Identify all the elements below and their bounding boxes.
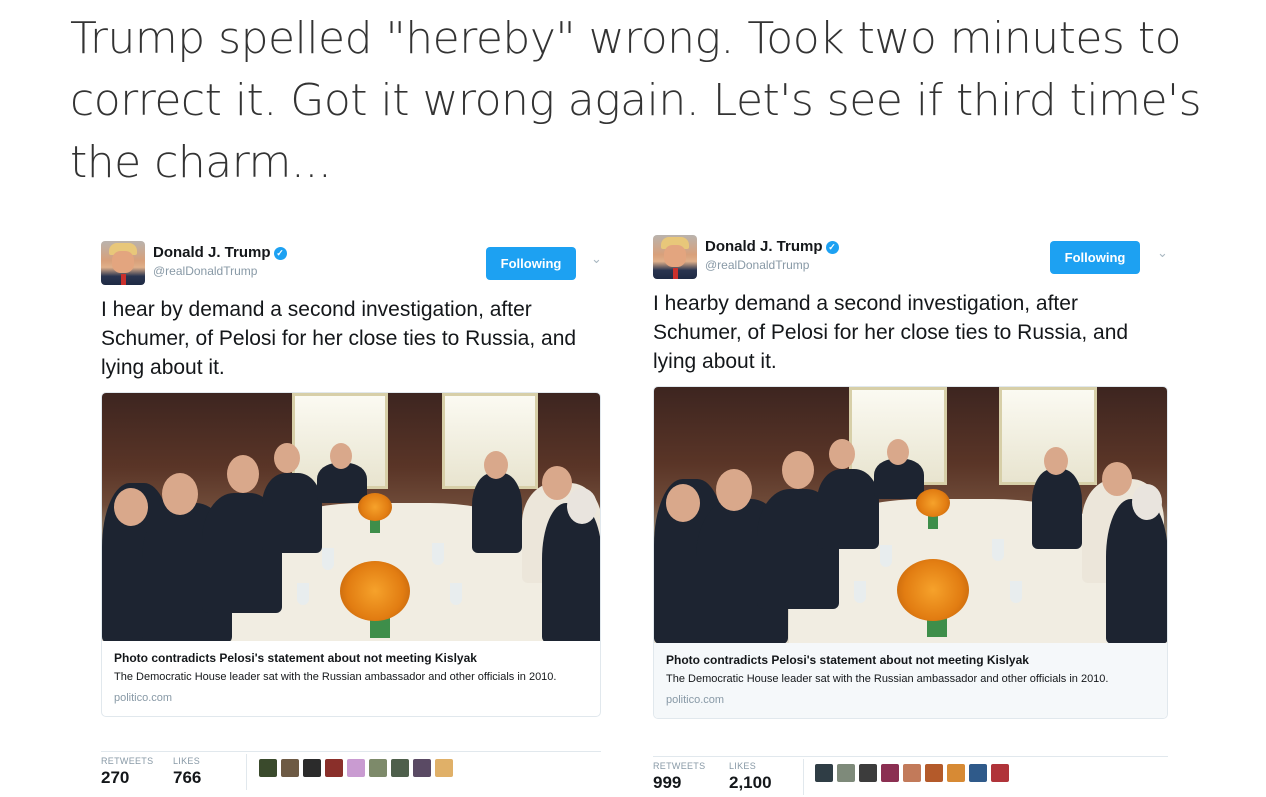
likes-label: LIKES bbox=[729, 761, 757, 771]
card-domain[interactable]: politico.com bbox=[114, 692, 588, 704]
retweets-value: 270 bbox=[101, 768, 130, 787]
likes-stat[interactable]: LIKES 766 bbox=[173, 756, 201, 788]
likes-stat[interactable]: LIKES 2,100 bbox=[729, 761, 772, 793]
avatar[interactable] bbox=[991, 764, 1009, 782]
chevron-down-icon[interactable]: ⌄ bbox=[1157, 245, 1168, 261]
retweets-label: RETWEETS bbox=[101, 756, 154, 766]
avatar[interactable] bbox=[925, 764, 943, 782]
tweet-text: I hear by demand a second investigation,… bbox=[101, 298, 577, 379]
avatar[interactable] bbox=[947, 764, 965, 782]
avatar[interactable] bbox=[413, 759, 431, 777]
author-name[interactable]: Donald J. Trump ✓ bbox=[705, 238, 839, 255]
avatar[interactable] bbox=[903, 764, 921, 782]
link-card[interactable]: Photo contradicts Pelosi's statement abo… bbox=[653, 386, 1168, 719]
card-domain[interactable]: politico.com bbox=[666, 694, 1155, 706]
following-button[interactable]: Following bbox=[486, 247, 576, 280]
retweets-label: RETWEETS bbox=[653, 761, 706, 771]
tweet-header: Donald J. Trump ✓ @realDonaldTrump Follow… bbox=[653, 235, 1168, 285]
tweet-text: I hearby demand a second investigation, … bbox=[653, 292, 1129, 373]
chevron-down-icon[interactable]: ⌄ bbox=[591, 251, 602, 267]
liker-avatars bbox=[259, 759, 453, 777]
likes-value: 2,100 bbox=[729, 773, 772, 792]
avatar[interactable] bbox=[101, 241, 145, 285]
liker-avatars bbox=[815, 764, 1009, 782]
retweets-value: 999 bbox=[653, 773, 682, 792]
likes-label: LIKES bbox=[173, 756, 201, 766]
verified-badge-icon: ✓ bbox=[273, 247, 287, 260]
avatar[interactable] bbox=[837, 764, 855, 782]
avatar[interactable] bbox=[859, 764, 877, 782]
card-description: The Democratic House leader sat with the… bbox=[666, 673, 1109, 685]
tweet-stats: RETWEETS 270 LIKES 766 bbox=[101, 751, 601, 792]
avatar[interactable] bbox=[259, 759, 277, 777]
avatar[interactable] bbox=[303, 759, 321, 777]
tweet-card-1: Donald J. Trump ✓ @realDonaldTrump Follow… bbox=[101, 241, 602, 792]
avatar[interactable] bbox=[969, 764, 987, 782]
verified-badge-icon: ✓ bbox=[825, 241, 839, 254]
author-handle[interactable]: @realDonaldTrump bbox=[153, 264, 257, 278]
card-body[interactable]: Photo contradicts Pelosi's statement abo… bbox=[102, 641, 600, 716]
card-description: The Democratic House leader sat with the… bbox=[114, 671, 557, 683]
link-card[interactable]: Photo contradicts Pelosi's statement abo… bbox=[101, 392, 601, 717]
following-button[interactable]: Following bbox=[1050, 241, 1140, 274]
tweet-stats: RETWEETS 999 LIKES 2,100 bbox=[653, 756, 1168, 797]
likes-value: 766 bbox=[173, 768, 202, 787]
headline: Trump spelled "hereby" wrong. Took two m… bbox=[70, 13, 1202, 188]
avatar[interactable] bbox=[435, 759, 453, 777]
avatar[interactable] bbox=[881, 764, 899, 782]
retweets-stat[interactable]: RETWEETS 999 bbox=[653, 761, 705, 793]
avatar[interactable] bbox=[815, 764, 833, 782]
avatar[interactable] bbox=[653, 235, 697, 279]
card-body[interactable]: Photo contradicts Pelosi's statement abo… bbox=[654, 643, 1167, 718]
avatar[interactable] bbox=[325, 759, 343, 777]
tweet-header: Donald J. Trump ✓ @realDonaldTrump Follow… bbox=[101, 241, 602, 291]
avatar[interactable] bbox=[369, 759, 387, 777]
author-name[interactable]: Donald J. Trump ✓ bbox=[153, 244, 287, 261]
card-photo[interactable] bbox=[102, 393, 600, 641]
avatar[interactable] bbox=[281, 759, 299, 777]
avatar[interactable] bbox=[391, 759, 409, 777]
card-title[interactable]: Photo contradicts Pelosi's statement abo… bbox=[666, 653, 1155, 667]
avatar[interactable] bbox=[347, 759, 365, 777]
card-photo[interactable] bbox=[654, 387, 1167, 643]
retweets-stat[interactable]: RETWEETS 270 bbox=[101, 756, 153, 788]
author-handle[interactable]: @realDonaldTrump bbox=[705, 258, 809, 272]
tweet-card-2: Donald J. Trump ✓ @realDonaldTrump Follow… bbox=[653, 235, 1168, 795]
stat-divider bbox=[246, 754, 247, 790]
card-title[interactable]: Photo contradicts Pelosi's statement abo… bbox=[114, 651, 588, 665]
